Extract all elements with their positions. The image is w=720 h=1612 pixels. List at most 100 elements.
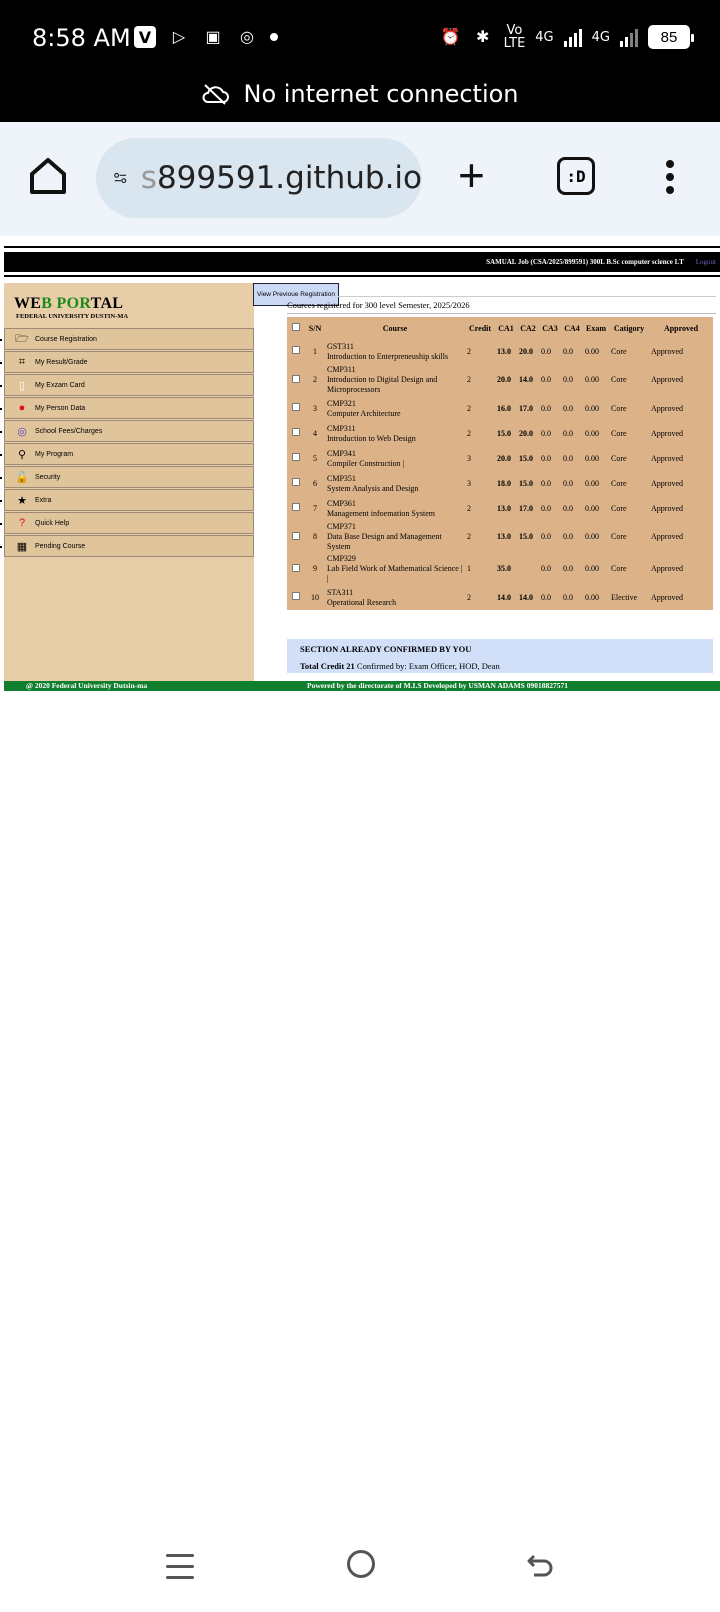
cell-ca1: 20.0 [497,453,511,463]
courses-title: Cources registered for 300 level Semeste… [287,300,470,310]
url-text[interactable]: s899591.github.io [141,160,422,196]
row-checkbox[interactable] [287,421,305,446]
sidebar-item-my-program[interactable]: ⚲ My Program [0,443,254,465]
site-settings-icon[interactable] [114,163,127,193]
cell-category: Core [611,453,627,463]
table-row: 2 CMP311 Introduction to Digital Design an… [287,364,713,396]
sidebar-item-label: My Exzam Card [35,381,85,389]
table-row: 3 CMP321 Computer Architecture 2 16.0 17.0 0.0… [287,396,713,421]
course-checkbox[interactable] [292,563,300,572]
cell-ca4: 0.0 [563,478,573,488]
no-internet-text: No internet connection [243,80,519,108]
cell-ca2: 14.0 [519,592,533,602]
cell-ca1: 16.0 [497,403,511,413]
sidebar-item-my-person-data[interactable]: ● My Person Data [0,397,254,419]
sidebar-item-quick-help[interactable]: ? Quick Help [0,512,254,534]
cell-course: CMP361 Management infoemation System [325,496,465,521]
course-title: Introduction to Enterpreneuship skills [327,351,449,361]
course-checkbox[interactable] [292,346,300,354]
logout-link[interactable]: Logout [696,258,716,266]
course-code: CMP311 [327,423,356,433]
url-domain: 899591.github.io [156,160,422,196]
cell-ca4: 0.0 [563,346,573,356]
course-checkbox[interactable] [292,403,300,411]
sidebar-item-school-fees-charges[interactable]: ◎ School Fees/Charges [0,420,254,442]
address-bar[interactable]: s899591.github.io [96,138,422,218]
cell-ca1: 20.0 [497,375,511,384]
course-checkbox[interactable] [292,531,300,540]
cell-sn: 1 [313,346,317,356]
divider [338,296,716,297]
row-checkbox[interactable] [287,471,305,496]
sidebar-item-pending-course[interactable]: ▦ Pending Course [0,535,254,557]
confirmed-message: SECTION ALREADY CONFIRMED BY YOU [300,644,472,654]
cell-ca3: 0.0 [541,403,551,413]
sidebar-item-course-registration[interactable]: 🗁 Course Registration [0,328,254,350]
more-menu-icon[interactable] [666,160,674,199]
row-checkbox[interactable] [287,364,305,396]
course-code: CMP321 [327,398,356,408]
status-bar: 8:58 AM V ▷ ▣ ◎ ⏰ ✱ Vo LTE 4G 4G 85 No in… [0,0,720,122]
cell-ca4: 0.0 [563,453,573,463]
cell-ca2 [517,553,539,585]
course-checkbox[interactable] [292,428,300,436]
course-checkbox[interactable] [292,478,300,486]
row-checkbox[interactable] [287,446,305,471]
cell-exam: 0.00 [585,375,599,384]
cell-ca4: 0.0 [563,503,573,513]
bluetooth-icon: ✱ [475,29,490,46]
row-checkbox[interactable] [287,396,305,421]
cell-sn: 6 [313,478,317,488]
row-checkbox[interactable] [287,553,305,585]
home-icon[interactable] [26,154,70,198]
course-checkbox[interactable] [292,503,300,511]
cell-exam: 0.00 [585,403,599,413]
home-button[interactable] [347,1550,375,1578]
sidebar-item-my-result-grade[interactable]: ⌗ My Result/Grade [0,351,254,373]
col-ca4: CA4 [564,323,580,333]
course-code: STA311 [327,587,354,597]
sidebar-item-my-exzam-card[interactable]: ▯ My Exzam Card [0,374,254,396]
university-name: FEDERAL UNIVERSITY DUSTIN-MA [16,313,129,320]
tab-switcher-button[interactable]: :D [557,157,595,195]
col-exam: Exam [586,323,606,333]
row-checkbox[interactable] [287,339,305,364]
course-code: CMP329 [327,554,356,563]
row-checkbox[interactable] [287,585,305,610]
nfc-icon: ▣ [205,29,221,46]
calendar-icon: ▦ [16,540,28,553]
new-tab-icon[interactable]: + [458,152,485,198]
cell-category: Core [611,478,627,488]
course-checkbox[interactable] [292,592,300,600]
cell-exam: 0.00 [585,532,599,541]
cell-approved: Approved [651,503,683,513]
sidebar-item-security[interactable]: 🔓 Security [0,466,254,488]
course-code: CMP361 [327,498,356,508]
footer: @ 2020 Federal University Dutsin-ma Powe… [4,681,720,691]
cell-category: Core [611,532,627,541]
course-checkbox[interactable] [292,374,300,383]
col-sn: S/N [308,323,322,333]
sidebar-item-extra[interactable]: ★ Extra [0,489,254,511]
sidebar-menu: 🗁 Course Registration ⌗ My Result/Grade ▯ My … [0,328,254,558]
select-all-checkbox[interactable] [292,323,300,331]
cell-ca3: 0.0 [541,375,551,384]
no-internet-banner: No internet connection [0,80,720,108]
sidebar-item-label: Extra [35,496,52,504]
row-checkbox[interactable] [287,521,305,553]
cell-course: STA311 Operational Research [325,585,465,610]
cell-approved: Approved [651,375,683,384]
table-row: 6 CMP351 System Analysis and Design 3 18.0 15… [287,471,713,496]
cell-category: Core [611,428,627,438]
course-checkbox[interactable] [292,453,300,461]
recent-apps-button[interactable] [166,1554,194,1587]
cell-credit: 2 [467,428,471,438]
back-button[interactable] [526,1550,556,1580]
table-row: 1 GST311 Introduction to Enterpreneuship s… [287,339,713,364]
row-checkbox[interactable] [287,496,305,521]
question-icon: ? [18,517,26,529]
cell-ca1: 18.0 [497,478,511,488]
cell-category: Elective [611,592,638,602]
portal-logo: WEB PORTAL [14,295,124,312]
sidebar-item-label: Security [35,473,61,481]
